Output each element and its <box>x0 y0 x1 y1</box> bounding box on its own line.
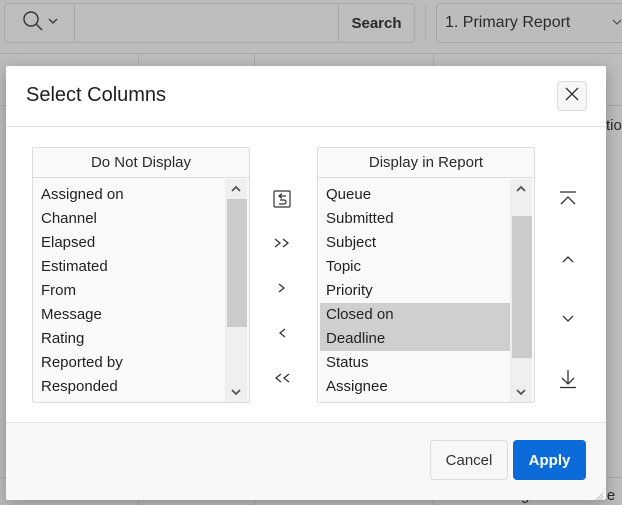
display-in-report-listbox[interactable]: Queue Submitted Subject Topic Priority Closed… <box>318 179 534 402</box>
move-down-icon <box>561 311 575 329</box>
scroll-down-arrow[interactable] <box>510 382 532 402</box>
chevron-down-icon <box>611 16 622 31</box>
move-left-button[interactable] <box>267 320 297 350</box>
background-toolbar: Search 1. Primary Report <box>0 0 622 54</box>
list-item[interactable]: From <box>35 279 225 303</box>
move-left-icon <box>277 326 287 344</box>
dialog-footer: Cancel Apply <box>6 422 606 500</box>
dialog-header: Select Columns <box>6 66 606 127</box>
chevron-up-icon <box>231 180 241 198</box>
scroll-up-arrow[interactable] <box>510 179 532 199</box>
do-not-display-listbox[interactable]: Assigned on Channel Elapsed Estimated From Me… <box>33 179 249 402</box>
list-item[interactable]: Reported by <box>35 351 225 375</box>
scroll-up-arrow[interactable] <box>225 179 247 199</box>
close-button[interactable] <box>557 81 587 111</box>
search-icon <box>21 9 45 38</box>
reset-button[interactable] <box>267 186 297 216</box>
chevron-down-icon <box>516 383 526 401</box>
chevron-down-icon <box>231 383 241 401</box>
display-in-report-header: Display in Report <box>318 148 534 178</box>
search-group: Search <box>4 3 415 43</box>
list-item[interactable]: Status <box>320 351 510 375</box>
scroll-thumb[interactable] <box>512 216 532 358</box>
scroll-thumb[interactable] <box>227 199 247 327</box>
list-item[interactable]: Responded <box>35 375 225 399</box>
list-item[interactable]: Deadline <box>320 327 510 351</box>
dialog-title: Select Columns <box>26 84 167 106</box>
move-top-icon <box>559 190 577 213</box>
list-item[interactable]: Queue <box>320 183 510 207</box>
move-all-right-icon <box>273 236 291 254</box>
scrollbar[interactable] <box>510 179 532 402</box>
do-not-display-list: Do Not Display Assigned on Channel Elapsed… <box>32 147 250 403</box>
apply-button[interactable]: Apply <box>513 440 586 480</box>
move-all-right-button[interactable] <box>267 230 297 260</box>
search-column-menu-button[interactable] <box>5 4 75 42</box>
list-item[interactable]: Submitted <box>320 207 510 231</box>
list-item[interactable]: Estimated <box>35 255 225 279</box>
list-item[interactable]: Subject <box>320 231 510 255</box>
report-select[interactable]: 1. Primary Report <box>436 3 622 43</box>
do-not-display-header: Do Not Display <box>33 148 249 178</box>
search-button[interactable]: Search <box>338 4 414 42</box>
move-bottom-icon <box>559 369 577 394</box>
move-bottom-button[interactable] <box>553 366 583 396</box>
do-not-display-items: Assigned on Channel Elapsed Estimated From Me… <box>35 183 225 399</box>
move-all-left-icon <box>273 371 291 389</box>
move-down-button[interactable] <box>553 305 583 335</box>
list-item[interactable]: Closed on <box>320 303 510 327</box>
move-all-left-button[interactable] <box>267 365 297 395</box>
list-item[interactable]: Assignee <box>320 375 510 399</box>
scrollbar[interactable] <box>225 179 247 402</box>
reset-icon <box>273 189 291 213</box>
list-item[interactable]: Message <box>35 303 225 327</box>
list-item[interactable]: Rating <box>35 327 225 351</box>
scroll-down-arrow[interactable] <box>225 382 247 402</box>
list-item[interactable]: Topic <box>320 255 510 279</box>
chevron-down-icon <box>47 14 59 32</box>
table-cell-partial: tio <box>606 117 622 134</box>
move-right-icon <box>277 281 287 299</box>
cancel-button[interactable]: Cancel <box>430 440 508 480</box>
display-in-report-items: Queue Submitted Subject Topic Priority Closed… <box>320 183 510 399</box>
search-input[interactable] <box>75 4 341 42</box>
list-item[interactable]: Channel <box>35 207 225 231</box>
close-icon <box>565 87 579 106</box>
select-columns-dialog: Select Columns Do Not Display Assigned o… <box>6 66 606 500</box>
list-item[interactable]: Assigned on <box>35 183 225 207</box>
toolbar-divider <box>425 6 426 40</box>
list-item[interactable]: Priority <box>320 279 510 303</box>
move-top-button[interactable] <box>553 186 583 216</box>
chevron-up-icon <box>516 180 526 198</box>
move-up-button[interactable] <box>553 245 583 275</box>
list-item[interactable]: Elapsed <box>35 231 225 255</box>
move-right-button[interactable] <box>267 275 297 305</box>
resize-handle-icon[interactable] <box>594 488 604 500</box>
report-select-value: 1. Primary Report <box>445 14 571 31</box>
display-in-report-list: Display in Report Queue Submitted Subject T… <box>317 147 535 403</box>
move-up-icon <box>561 251 575 269</box>
